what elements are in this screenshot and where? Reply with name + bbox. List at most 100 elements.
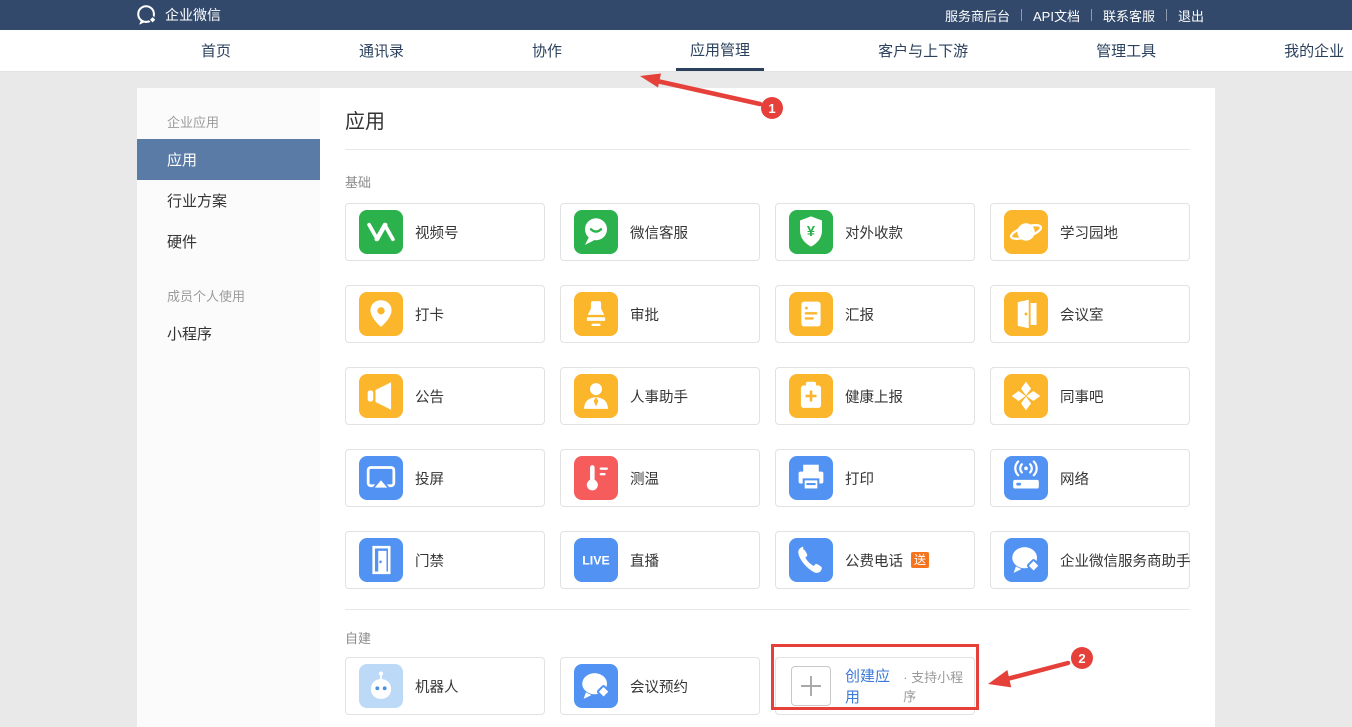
app-card-meeting-booking[interactable]: 会议预约	[560, 657, 760, 715]
app-card-report[interactable]: 汇报	[775, 285, 975, 343]
plus-icon	[791, 666, 831, 706]
custom-app-grid: 机器人 会议预约 创建应用 · 支持小程序	[345, 657, 1190, 715]
app-card-external-payment[interactable]: ¥ 对外收款	[775, 203, 975, 261]
app-card-network[interactable]: 网络	[990, 449, 1190, 507]
wechat-kefu-icon	[574, 210, 618, 254]
app-label: 微信客服	[630, 222, 688, 243]
app-label: 投屏	[415, 468, 444, 489]
app-label: 直播	[630, 550, 659, 571]
temperature-icon	[574, 456, 618, 500]
sidebar-gap	[137, 262, 320, 276]
svg-text:¥: ¥	[807, 224, 816, 240]
tab-collaboration[interactable]: 协作	[518, 30, 576, 71]
wecom-logo: 企业微信	[135, 0, 221, 30]
app-card-create-app[interactable]: 创建应用 · 支持小程序	[775, 657, 975, 715]
app-card-free-call[interactable]: 公费电话送	[775, 531, 975, 589]
print-icon	[789, 456, 833, 500]
app-card-meeting-room[interactable]: 会议室	[990, 285, 1190, 343]
app-card-check-in[interactable]: 打卡	[345, 285, 545, 343]
channels-icon	[359, 210, 403, 254]
app-card-wecom-service-assistant[interactable]: 企业微信服务商助手	[990, 531, 1190, 589]
app-label: 汇报	[845, 304, 874, 325]
sidebar-item-apps[interactable]: 应用	[137, 139, 320, 180]
colleague-bar-icon	[1004, 374, 1048, 418]
announcement-icon	[359, 374, 403, 418]
app-card-health-report[interactable]: 健康上报	[775, 367, 975, 425]
topbar-link-contact-support[interactable]: 联系客服	[1092, 6, 1166, 25]
tab-admin-tools[interactable]: 管理工具	[1082, 30, 1170, 71]
meeting-booking-icon	[574, 664, 618, 708]
app-label: 打卡	[415, 304, 444, 325]
tab-app-management[interactable]: 应用管理	[676, 30, 764, 71]
app-label: 企业微信服务商助手	[1060, 550, 1191, 571]
app-card-hr-assistant[interactable]: 人事助手	[560, 367, 760, 425]
page-title: 应用	[345, 88, 1190, 150]
app-label: 会议室	[1060, 304, 1104, 325]
app-label: 人事助手	[630, 386, 688, 407]
sidebar-item-industry-solutions[interactable]: 行业方案	[137, 180, 320, 221]
app-card-print[interactable]: 打印	[775, 449, 975, 507]
wecom-bubble-icon	[135, 3, 159, 27]
sidebar-item-hardware[interactable]: 硬件	[137, 221, 320, 262]
app-card-live-stream[interactable]: LIVE 直播	[560, 531, 760, 589]
app-label: 同事吧	[1060, 386, 1104, 407]
svg-text:LIVE: LIVE	[582, 554, 609, 568]
learning-zone-icon	[1004, 210, 1048, 254]
app-card-colleague-bar[interactable]: 同事吧	[990, 367, 1190, 425]
app-label: 门禁	[415, 550, 444, 571]
topbar-link-api-docs[interactable]: API文档	[1022, 6, 1091, 25]
app-label: 公告	[415, 386, 444, 407]
report-icon	[789, 292, 833, 336]
meeting-room-icon	[1004, 292, 1048, 336]
wecom-service-assistant-icon	[1004, 538, 1048, 582]
app-label: 健康上报	[845, 386, 903, 407]
app-label: 测温	[630, 468, 659, 489]
topbar: 企业微信 服务商后台API文档联系客服退出	[0, 0, 1352, 30]
app-card-wechat-kefu[interactable]: 微信客服	[560, 203, 760, 261]
create-app-label: 创建应用	[845, 665, 903, 707]
app-label: 审批	[630, 304, 659, 325]
app-card-screen-cast[interactable]: 投屏	[345, 449, 545, 507]
app-label: 机器人	[415, 676, 459, 697]
section-label-custom: 自建	[345, 628, 1190, 647]
logo-text: 企业微信	[165, 5, 221, 25]
sidebar: 企业应用应用行业方案硬件成员个人使用小程序	[137, 88, 320, 727]
wecom-admin-page: 企业微信 服务商后台API文档联系客服退出 首页 通讯录 协作 应用管理 客户与上下游 管…	[0, 0, 1352, 727]
section-label-basic: 基础	[345, 172, 1190, 191]
tab-home[interactable]: 首页	[187, 30, 245, 71]
screen-cast-icon	[359, 456, 403, 500]
app-card-temperature[interactable]: 测温	[560, 449, 760, 507]
topbar-link-service-provider-console[interactable]: 服务商后台	[934, 6, 1021, 25]
door-access-icon	[359, 538, 403, 582]
app-card-announcement[interactable]: 公告	[345, 367, 545, 425]
page-background: 企业应用应用行业方案硬件成员个人使用小程序 应用 基础 视频号 微信客服 ¥ 对外收款…	[0, 72, 1352, 727]
hr-assistant-icon	[574, 374, 618, 418]
live-stream-icon: LIVE	[574, 538, 618, 582]
sidebar-section-header: 企业应用	[137, 102, 320, 139]
tab-customers[interactable]: 客户与上下游	[864, 30, 982, 71]
health-report-icon	[789, 374, 833, 418]
basic-app-grid: 视频号 微信客服 ¥ 对外收款 学习园地打卡 审批 汇报 会议室公告 人事助手 健康上报 同事吧投屏…	[345, 203, 1190, 589]
app-label: 公费电话送	[845, 550, 929, 571]
create-app-suffix: · 支持小程序	[903, 667, 974, 705]
sidebar-section-header: 成员个人使用	[137, 276, 320, 313]
topbar-link-logout[interactable]: 退出	[1167, 6, 1215, 25]
app-label: 会议预约	[630, 676, 688, 697]
robot-icon	[359, 664, 403, 708]
app-card-door-access[interactable]: 门禁	[345, 531, 545, 589]
external-payment-icon: ¥	[789, 210, 833, 254]
app-label: 对外收款	[845, 222, 903, 243]
app-card-channels[interactable]: 视频号	[345, 203, 545, 261]
sidebar-item-mini-programs[interactable]: 小程序	[137, 313, 320, 354]
app-card-learning-zone[interactable]: 学习园地	[990, 203, 1190, 261]
app-label: 打印	[845, 468, 874, 489]
section-divider	[345, 609, 1190, 610]
tab-my-company[interactable]: 我的企业	[1270, 30, 1352, 71]
app-card-approval[interactable]: 审批	[560, 285, 760, 343]
app-label: 网络	[1060, 468, 1089, 489]
app-card-robot[interactable]: 机器人	[345, 657, 545, 715]
tab-contacts[interactable]: 通讯录	[345, 30, 418, 71]
topbar-links: 服务商后台API文档联系客服退出	[934, 0, 1215, 30]
app-label: 视频号	[415, 222, 459, 243]
gift-badge: 送	[911, 552, 929, 568]
